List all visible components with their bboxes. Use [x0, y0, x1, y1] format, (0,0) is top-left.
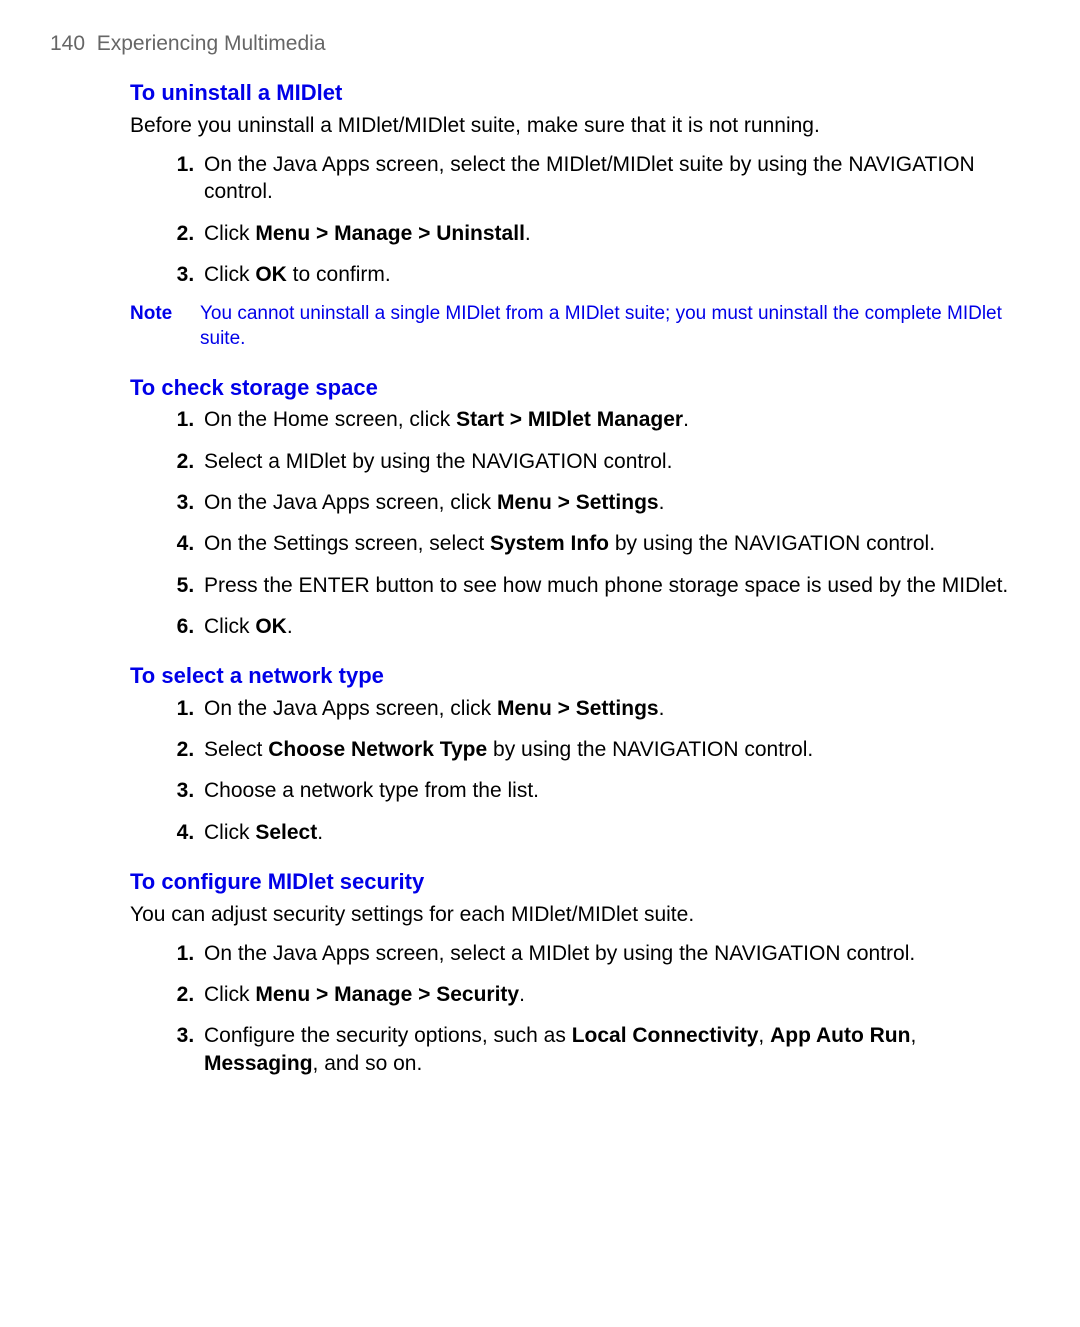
steps-security: On the Java Apps screen, select a MIDlet… [130, 940, 1030, 1077]
steps-network: On the Java Apps screen, click Menu > Se… [130, 695, 1030, 846]
list-item: On the Java Apps screen, click Menu > Se… [200, 695, 1030, 722]
list-item: Click OK to confirm. [200, 261, 1030, 288]
page-content: To uninstall a MIDlet Before you uninsta… [130, 79, 1030, 1077]
list-item: Click OK. [200, 613, 1030, 640]
list-item: Choose a network type from the list. [200, 777, 1030, 804]
list-item: On the Java Apps screen, select a MIDlet… [200, 940, 1030, 967]
list-item: Configure the security options, such as … [200, 1022, 1030, 1077]
list-item: Click Menu > Manage > Security. [200, 981, 1030, 1008]
list-item: Select a MIDlet by using the NAVIGATION … [200, 448, 1030, 475]
list-item: Click Menu > Manage > Uninstall. [200, 220, 1030, 247]
note-label: Note [130, 302, 200, 351]
list-item: Select Choose Network Type by using the … [200, 736, 1030, 763]
intro-uninstall: Before you uninstall a MIDlet/MIDlet sui… [130, 112, 1030, 139]
note-text: You cannot uninstall a single MIDlet fro… [200, 302, 1030, 351]
page-number: 140 [50, 32, 85, 55]
list-item: Press the ENTER button to see how much p… [200, 572, 1030, 599]
heading-uninstall: To uninstall a MIDlet [130, 79, 1030, 108]
steps-storage: On the Home screen, click Start > MIDlet… [130, 406, 1030, 640]
chapter-title: Experiencing Multimedia [97, 32, 326, 55]
list-item: On the Home screen, click Start > MIDlet… [200, 406, 1030, 433]
note-block: Note You cannot uninstall a single MIDle… [130, 302, 1030, 351]
page-header: 140 Experiencing Multimedia [50, 30, 1030, 57]
heading-security: To configure MIDlet security [130, 868, 1030, 897]
heading-storage: To check storage space [130, 374, 1030, 403]
steps-uninstall: On the Java Apps screen, select the MIDl… [130, 151, 1030, 288]
intro-security: You can adjust security settings for eac… [130, 901, 1030, 928]
list-item: On the Settings screen, select System In… [200, 530, 1030, 557]
list-item: On the Java Apps screen, click Menu > Se… [200, 489, 1030, 516]
list-item: Click Select. [200, 819, 1030, 846]
heading-network: To select a network type [130, 662, 1030, 691]
list-item: On the Java Apps screen, select the MIDl… [200, 151, 1030, 206]
